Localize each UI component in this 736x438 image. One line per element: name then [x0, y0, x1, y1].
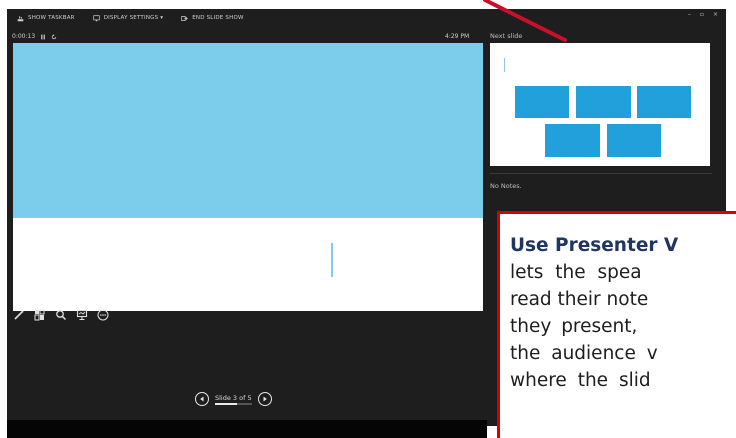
callout-line: Use Presenter V — [510, 235, 679, 256]
more-options-icon[interactable] — [97, 309, 109, 321]
next-slide-tile — [545, 124, 600, 157]
next-slide-tile — [637, 86, 691, 118]
end-slide-show-label: END SLIDE SHOW — [192, 15, 244, 21]
restart-timer-icon[interactable] — [51, 33, 57, 40]
annotation-callout: Use Presenter V lets the spea read their… — [497, 211, 736, 438]
display-settings-label: DISPLAY SETTINGS ▾ — [103, 15, 164, 21]
slide-counter[interactable]: Slide 3 of 5 — [215, 394, 252, 405]
slide-tools — [13, 309, 109, 321]
next-slide-text-cursor — [504, 58, 505, 72]
pen-icon[interactable] — [13, 309, 25, 321]
next-slide-tile — [576, 86, 631, 118]
window-controls: – ▫ × — [688, 11, 718, 18]
next-slide-tile — [607, 124, 661, 157]
speaker-notes: No Notes. — [490, 182, 522, 190]
show-taskbar-label: SHOW TASKBAR — [28, 15, 75, 21]
callout-line: they present, — [510, 316, 638, 337]
presenter-toolbar: SHOW TASKBAR DISPLAY SETTINGS ▾ END SLID… — [7, 9, 726, 27]
slide-blue-shape — [13, 43, 483, 218]
close-button[interactable]: × — [713, 11, 718, 18]
next-slide-preview[interactable] — [490, 43, 710, 166]
display-settings-button[interactable]: DISPLAY SETTINGS ▾ — [93, 14, 164, 22]
callout-line: read their note — [510, 289, 649, 310]
next-slide-tile — [515, 86, 569, 118]
zoom-icon[interactable] — [55, 309, 67, 321]
next-slide-button[interactable] — [257, 392, 272, 406]
taskbar-icon — [17, 15, 24, 21]
timer-bar: 0:00:13 — [12, 33, 57, 40]
slide-text-cursor — [331, 243, 333, 277]
callout-line: where the slid — [510, 370, 651, 391]
screen-icon[interactable] — [76, 309, 88, 321]
current-slide[interactable] — [13, 43, 483, 311]
show-taskbar-button[interactable]: SHOW TASKBAR — [17, 15, 75, 22]
callout-line: lets the spea — [510, 262, 642, 283]
slide-navigation: Slide 3 of 5 — [195, 392, 272, 406]
bottom-edge — [7, 420, 487, 438]
end-show-icon — [181, 15, 188, 21]
elapsed-time: 0:00:13 — [12, 33, 36, 40]
see-all-slides-icon[interactable] — [34, 309, 46, 321]
slide-counter-label: Slide 3 of 5 — [215, 393, 252, 402]
callout-line: the audience v — [510, 343, 658, 364]
previous-arrow-icon — [200, 396, 204, 402]
display-icon — [93, 14, 100, 21]
annotation-arrow — [483, 0, 567, 42]
minimize-button[interactable]: – — [688, 11, 691, 18]
next-arrow-icon — [263, 396, 267, 402]
pause-icon[interactable] — [40, 34, 46, 40]
previous-slide-button[interactable] — [195, 392, 209, 406]
end-slide-show-button[interactable]: END SLIDE SHOW — [181, 15, 243, 22]
slide-progress-fill — [215, 402, 237, 405]
notes-divider — [490, 173, 712, 174]
restore-button[interactable]: ▫ — [700, 11, 704, 18]
